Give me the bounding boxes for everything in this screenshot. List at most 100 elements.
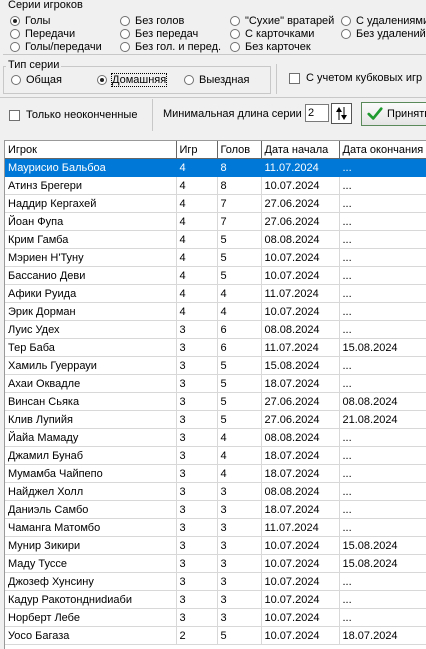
cell-games: 3 <box>176 320 218 339</box>
cell-start-date: 08.08.2024 <box>261 482 340 501</box>
column-header-games[interactable]: Игр <box>176 141 218 159</box>
cell-games: 4 <box>176 248 218 267</box>
unfinished-checkbox-box[interactable] <box>9 109 20 121</box>
cup-games-checkbox-box[interactable] <box>289 72 300 84</box>
table-row[interactable]: Норберт Лебе 3 3 10.07.2024... <box>5 608 426 627</box>
radio-goals-indicator[interactable] <box>10 16 20 26</box>
cup-games-checkbox[interactable]: С учетом кубковых игр <box>289 72 422 84</box>
table-row[interactable]: Джозеф Хунсину 3 3 10.07.2024... <box>5 572 426 591</box>
radio-with-cards[interactable]: С карточками <box>230 28 314 40</box>
table-row[interactable]: Йайа Мамаду 3 4 08.08.2024... <box>5 428 426 447</box>
radio-away[interactable]: Выездная <box>184 74 250 86</box>
unfinished-checkbox[interactable]: Только неоконченные <box>9 109 137 121</box>
cell-end-date: ... <box>339 230 426 249</box>
radio-no-cards-indicator[interactable] <box>230 42 240 52</box>
cell-end-date: ... <box>339 266 426 285</box>
radio-no-goals[interactable]: Без голов <box>120 15 184 27</box>
cell-player: Луис Удех <box>5 320 177 339</box>
radio-no-sendoffs-label: Без удалений <box>356 28 426 40</box>
radio-no-goals-assists[interactable]: Без гол. и перед. <box>120 41 221 53</box>
table-row[interactable]: Найджел Холл 3 3 08.08.2024... <box>5 482 426 501</box>
player-series-legend: Серии игроков <box>6 0 85 11</box>
cell-end-date: ... <box>339 158 426 177</box>
radio-clean-sheets-indicator[interactable] <box>230 16 240 26</box>
cell-start-date: 10.07.2024 <box>261 608 340 627</box>
radio-no-assists[interactable]: Без передач <box>120 28 198 40</box>
table-row[interactable]: Маурисио Бальбоа 4 8 11.07.2024... <box>5 158 426 177</box>
cell-player: Мумамба Чайпепо <box>5 464 177 483</box>
radio-overall-indicator[interactable] <box>11 75 21 85</box>
accept-button[interactable]: Принять <box>361 102 426 126</box>
radio-home-indicator[interactable] <box>97 75 107 85</box>
radio-clean-sheets[interactable]: "Сухие" вратарей <box>230 15 334 27</box>
cell-end-date: ... <box>339 374 426 393</box>
radio-no-goals-assists-indicator[interactable] <box>120 42 130 52</box>
table-row[interactable]: Чаманга Матомбо 3 3 11.07.2024... <box>5 518 426 537</box>
table-row[interactable]: Йоан Фупа 4 7 27.06.2024... <box>5 212 426 231</box>
radio-goals[interactable]: Голы <box>10 15 50 27</box>
cell-games: 3 <box>176 446 218 465</box>
spinner-arrows-icon[interactable] <box>332 104 351 123</box>
min-length-spinner[interactable] <box>331 103 352 124</box>
cell-goals: 3 <box>217 590 262 609</box>
cell-goals: 5 <box>217 248 262 267</box>
radio-clean-sheets-label: "Сухие" вратарей <box>245 15 335 27</box>
cell-goals: 4 <box>217 428 262 447</box>
table-row[interactable]: Мэриен Н'Туну 4 5 10.07.2024... <box>5 248 426 267</box>
radio-assists[interactable]: Передачи <box>10 28 75 40</box>
series-table[interactable]: Игрок Игр Голов Дата начала Дата окончан… <box>4 140 426 649</box>
radio-goals-assists-indicator[interactable] <box>10 42 20 52</box>
cell-games: 3 <box>176 338 218 357</box>
column-header-start-date[interactable]: Дата начала <box>261 141 340 159</box>
cell-games: 3 <box>176 464 218 483</box>
table-row[interactable]: Тер Баба 3 6 11.07.2024 15.08.2024 <box>5 338 426 357</box>
table-row[interactable]: Ахаи Оквадле 3 5 18.07.2024... <box>5 374 426 393</box>
radio-home[interactable]: Домашняя <box>97 73 168 87</box>
radio-no-assists-indicator[interactable] <box>120 29 130 39</box>
table-row[interactable]: Клив Лупийя 3 5 27.06.2024 21.08.2024 <box>5 410 426 429</box>
table-row[interactable]: Мунир Зикири 3 3 10.07.2024 15.08.2024 <box>5 536 426 555</box>
table-row[interactable]: Афики Руида 4 4 11.07.2024... <box>5 284 426 303</box>
radio-overall[interactable]: Общая <box>11 74 62 86</box>
cell-end-date: ... <box>339 482 426 501</box>
table-row[interactable]: Луис Удех 3 6 08.08.2024... <box>5 320 426 339</box>
table-row[interactable]: Атинз Брегери 4 8 10.07.2024... <box>5 176 426 195</box>
cell-games: 3 <box>176 500 218 519</box>
min-length-input[interactable]: 2 <box>305 104 329 122</box>
table-row[interactable]: Наддир Кергахей 4 7 27.06.2024... <box>5 194 426 213</box>
table-row[interactable]: Джамил Бунаб 3 4 18.07.2024... <box>5 446 426 465</box>
table-row[interactable]: Хамиль Гуеррауи 3 5 15.08.2024... <box>5 356 426 375</box>
column-header-player[interactable]: Игрок <box>5 141 177 159</box>
table-row[interactable]: Маду Туссе 3 3 10.07.2024 15.08.2024 <box>5 554 426 573</box>
radio-goals-assists[interactable]: Голы/передачи <box>10 41 102 53</box>
cell-start-date: 11.07.2024 <box>261 518 340 537</box>
column-header-goals[interactable]: Голов <box>217 141 262 159</box>
cell-start-date: 10.07.2024 <box>261 554 340 573</box>
table-row[interactable]: Уосо Багаза 2 5 10.07.2024 18.07.2024 <box>5 626 426 645</box>
cell-games: 3 <box>176 392 218 411</box>
table-row[interactable]: Бассанио Деви 4 5 10.07.2024... <box>5 266 426 285</box>
cell-games: 3 <box>176 356 218 375</box>
radio-no-cards[interactable]: Без карточек <box>230 41 311 53</box>
min-length-label: Минимальная длина серии <box>163 108 302 120</box>
radio-no-sendoffs-indicator[interactable] <box>341 29 351 39</box>
radio-assists-indicator[interactable] <box>10 29 20 39</box>
radio-no-goals-indicator[interactable] <box>120 16 130 26</box>
table-row[interactable]: Винсан Сьяка 3 5 27.06.2024 08.08.2024 <box>5 392 426 411</box>
table-row[interactable]: Крим Гамба 4 5 08.08.2024... <box>5 230 426 249</box>
table-row[interactable]: Кадур Ракотондниdиаби 3 3 10.07.2024... <box>5 590 426 609</box>
table-row[interactable]: Эрик Дорман 4 4 10.07.2024... <box>5 302 426 321</box>
radio-with-sendoffs[interactable]: С удалениями <box>341 15 426 27</box>
cell-goals: 5 <box>217 230 262 249</box>
table-row[interactable]: Даниэль Самбо 3 3 18.07.2024... <box>5 500 426 519</box>
accept-button-label: Принять <box>387 108 426 120</box>
radio-no-sendoffs[interactable]: Без удалений <box>341 28 426 40</box>
radio-with-sendoffs-indicator[interactable] <box>341 16 351 26</box>
radio-with-cards-indicator[interactable] <box>230 29 240 39</box>
column-header-end-date[interactable]: Дата окончания <box>339 141 426 159</box>
table-row[interactable]: Мумамба Чайпепо 3 4 18.07.2024... <box>5 464 426 483</box>
cell-end-date: ... <box>339 464 426 483</box>
cell-end-date: ... <box>339 590 426 609</box>
cell-end-date: ... <box>339 518 426 537</box>
radio-away-indicator[interactable] <box>184 75 194 85</box>
